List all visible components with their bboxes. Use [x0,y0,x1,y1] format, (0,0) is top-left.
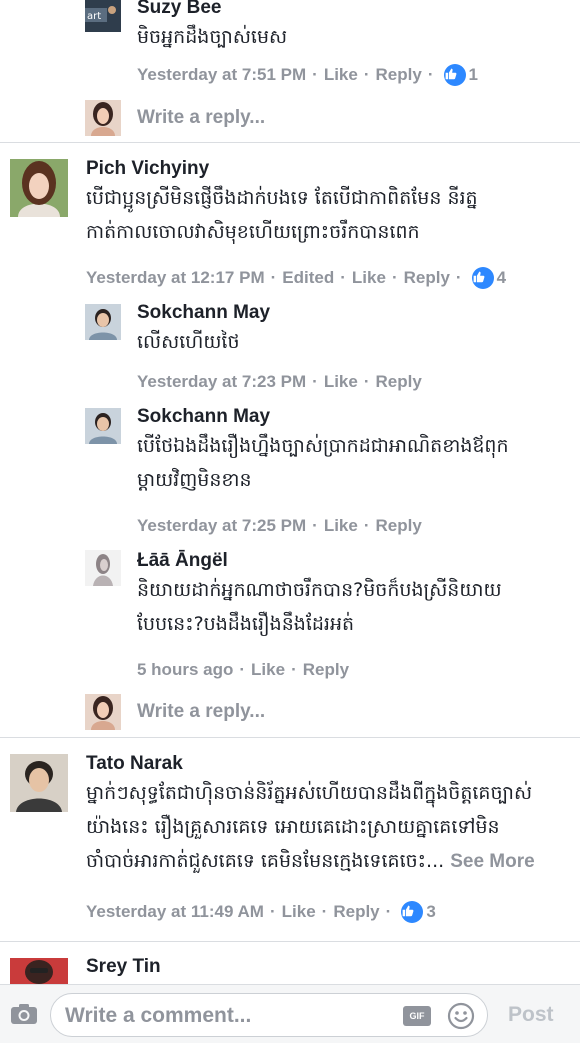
comment-text: ម្ដាយវិញមិនខាន [137,469,252,491]
comment-author[interactable]: Sokchann May [137,405,572,429]
write-reply-link[interactable]: Write a reply... [137,107,265,129]
avatar-srey-tin[interactable] [10,958,68,984]
comment-text: ម្នាក់ៗសុទ្ធតែជាហ៊ិនចាន់និរ័ត្នអស់ហើយបាន… [86,782,533,804]
camera-icon[interactable] [10,1003,38,1025]
like-count[interactable]: 3 [426,901,435,923]
comment-timestamp[interactable]: Yesterday at 11:49 AM [86,901,264,923]
thumbs-up-icon[interactable] [471,267,494,289]
comment-timestamp[interactable]: Yesterday at 7:51 PM [137,64,306,86]
like-link[interactable]: Like [282,901,316,923]
write-reply-link[interactable]: Write a reply... [137,701,265,723]
comment-author[interactable]: Srey Tin [86,955,161,979]
reply-link[interactable]: Reply [376,64,422,86]
comment-meta: 5 hours ago · Like · Reply [137,659,350,681]
like-link[interactable]: Like [352,267,386,289]
avatar-suzy-bee[interactable]: art [85,0,121,32]
comment-text: យ៉ាងនេះ រឿងគ្រួសារគេទេ អោយគេដោះស្រាយគ្នា… [86,816,500,838]
comment-meta: Yesterday at 12:17 PM · Edited · Like · … [86,267,507,289]
comment-author[interactable]: Pich Vichyiny [86,157,571,181]
avatar-tato-narak[interactable] [10,754,68,812]
divider [0,737,580,738]
comment-meta: Yesterday at 7:23 PM · Like · Reply [137,371,422,393]
comment-timestamp[interactable]: Yesterday at 12:17 PM [86,267,265,289]
comment-composer: Write a comment... GIF Post [0,984,580,1043]
edited-label[interactable]: Edited [282,267,334,289]
reply-link[interactable]: Reply [303,659,349,681]
comment-text: កាត់កាលចោលវាសិមុខហើយព្រោះចរឹកបានពេក [86,221,420,243]
reply-link[interactable]: Reply [333,901,379,923]
comment-text: និយាយដាក់អ្នកណាថាចរឹកបាន?មិចក៏បងស្រីនិយា… [137,579,502,601]
like-link[interactable]: Like [251,659,285,681]
divider [0,941,580,942]
reply-link[interactable]: Reply [404,267,450,289]
comment-timestamp[interactable]: Yesterday at 7:23 PM [137,371,306,393]
like-link[interactable]: Like [324,64,358,86]
like-link[interactable]: Like [324,371,358,393]
comment-author[interactable]: Sokchann May [137,301,567,325]
post-button[interactable]: Post [508,1003,554,1027]
comment-text: បើថែឯងដឹងរឿងហ្នឹងច្បាស់ប្រាកដជាអាណិតខាងឪ… [137,435,509,457]
comment-text: បើជាប្អូនស្រីមិនផ្ញើចឹងដាក់បងទេ តែបើជាកា… [86,187,478,209]
thumbs-up-icon[interactable] [443,64,466,86]
avatar-sokchann-may[interactable] [85,304,121,340]
like-count[interactable]: 1 [469,64,478,86]
comment-meta: Yesterday at 7:25 PM · Like · Reply [137,515,422,537]
comment-placeholder: Write a comment... [65,1004,252,1027]
comment-text: មិចអ្នកដឹងច្បាស់មេស [137,26,288,48]
avatar-laa-angel[interactable] [85,550,121,586]
svg-text:art: art [87,11,101,22]
gif-button[interactable]: GIF [403,1006,431,1026]
comment-text: ចាំបាច់អារកាត់ជួសគេទេ គេមិនមែនក្មេងទេគេច… [86,850,445,872]
comment-text: លើសហើយថៃ [137,331,240,353]
comment-text: បែបនេះ?បងដឹងរឿងនឹងដែរអត់ [137,613,355,635]
comment-meta: Yesterday at 11:49 AM · Like · Reply · 3 [86,901,436,923]
comment-timestamp[interactable]: 5 hours ago [137,659,233,681]
avatar-pich-vichyiny[interactable] [10,159,68,217]
comment-timestamp[interactable]: Yesterday at 7:25 PM [137,515,306,537]
emoji-icon[interactable] [447,1002,475,1030]
see-more-link[interactable]: See More [450,851,534,872]
comment-author[interactable]: Łāā Āngël [137,549,572,573]
comment-author[interactable]: Suzy Bee [137,0,567,20]
avatar-sokchann-may[interactable] [85,408,121,444]
comment-input[interactable]: Write a comment... GIF [50,993,488,1037]
reply-link[interactable]: Reply [376,371,422,393]
like-count[interactable]: 4 [497,267,506,289]
avatar-current-user [85,100,121,136]
comment-author[interactable]: Tato Narak [86,752,576,776]
comment-meta: Yesterday at 7:51 PM · Like · Reply · 1 [137,64,478,86]
divider [0,142,580,143]
avatar-current-user [85,694,121,730]
thumbs-up-icon[interactable] [401,901,424,923]
reply-link[interactable]: Reply [376,515,422,537]
like-link[interactable]: Like [324,515,358,537]
